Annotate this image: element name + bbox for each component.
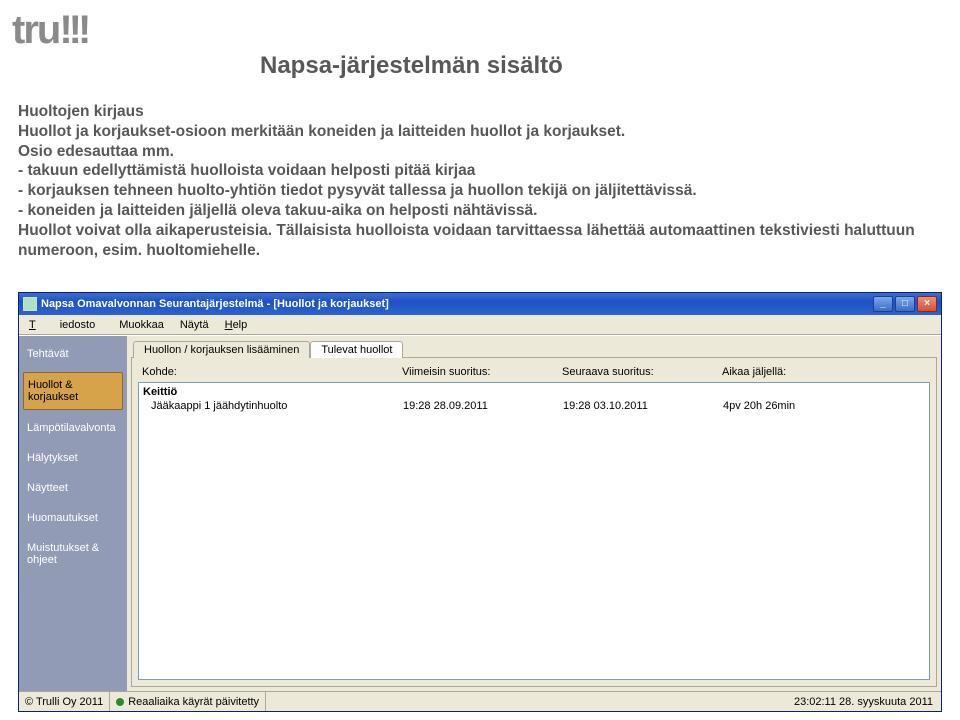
- tab-tulevat[interactable]: Tulevat huollot: [310, 341, 403, 358]
- sidebar-item-lampotila[interactable]: Lämpötilavalvonta: [23, 416, 123, 440]
- sidebar: Tehtävät Huollot & korjaukset Lämpötilav…: [19, 336, 127, 691]
- cell-kohde: Jääkaappi 1 jäähdytinhuolto: [143, 400, 403, 412]
- description-block: Huoltojen kirjaus Huollot ja korjaukset-…: [18, 102, 918, 261]
- cell-aikaa: 4pv 20h 26min: [723, 400, 925, 412]
- logo-text-a: tru: [12, 8, 59, 52]
- col-seuraava: Seuraava suoritus:: [562, 366, 722, 378]
- status-bar: © Trulli Oy 2011 Reaaliaika käyrät päivi…: [19, 691, 941, 711]
- sidebar-item-muistutukset[interactable]: Muistutukset & ohjeet: [23, 536, 123, 572]
- sidebar-item-huomautukset[interactable]: Huomautukset: [23, 506, 123, 530]
- cell-kohde: Keittiö: [143, 386, 403, 398]
- brand-logo: tru!!!: [12, 8, 87, 53]
- menu-tiedosto[interactable]: Tiedosto: [21, 317, 111, 333]
- tab-page: Kohde: Viimeisin suoritus: Seuraava suor…: [131, 357, 937, 687]
- list-row[interactable]: Jääkaappi 1 jäähdytinhuolto 19:28 28.09.…: [143, 399, 925, 413]
- tab-lisaaminen[interactable]: Huollon / korjauksen lisääminen: [133, 341, 310, 358]
- menu-nayta[interactable]: Näytä: [172, 317, 217, 333]
- body-line: Huoltojen kirjaus: [18, 102, 918, 122]
- body-line: Osio edesauttaa mm.: [18, 142, 918, 162]
- cell-seuraava: [563, 386, 723, 398]
- col-viimeisin: Viimeisin suoritus:: [402, 366, 562, 378]
- body-line: - koneiden ja laitteiden jäljellä oleva …: [18, 201, 918, 221]
- status-copyright: © Trulli Oy 2011: [19, 692, 110, 711]
- body-line: Huollot ja korjaukset-osioon merkitään k…: [18, 122, 918, 142]
- sidebar-item-halytykset[interactable]: Hälytykset: [23, 446, 123, 470]
- status-clock: 23:02:11 28. syyskuuta 2011: [786, 696, 941, 708]
- app-icon: [23, 297, 37, 311]
- client-area: Tehtävät Huollot & korjaukset Lämpötilav…: [19, 335, 941, 691]
- cell-viimeisin: 19:28 28.09.2011: [403, 400, 563, 412]
- col-kohde: Kohde:: [142, 366, 402, 378]
- menu-help[interactable]: Help: [217, 317, 256, 333]
- body-line: Huollot voivat olla aikaperusteisia. Täl…: [18, 221, 918, 261]
- cell-viimeisin: [403, 386, 563, 398]
- menubar: Tiedosto Muokkaa Näytä Help: [19, 315, 941, 335]
- list-box[interactable]: Keittiö Jääkaappi 1 jäähdytinhuolto 19:2…: [138, 382, 930, 680]
- cell-aikaa: [723, 386, 925, 398]
- body-line: - korjauksen tehneen huolto-yhtiön tiedo…: [18, 181, 918, 201]
- sidebar-item-naytteet[interactable]: Näytteet: [23, 476, 123, 500]
- status-realtime: Reaaliaika käyrät päivitetty: [110, 692, 266, 711]
- window-title: Napsa Omavalvonnan Seurantajärjestelmä -…: [41, 298, 869, 310]
- maximize-button[interactable]: □: [895, 296, 915, 312]
- minimize-button[interactable]: _: [873, 296, 893, 312]
- status-dot-icon: [116, 698, 124, 706]
- titlebar[interactable]: Napsa Omavalvonnan Seurantajärjestelmä -…: [19, 293, 941, 315]
- menu-label: iedosto: [52, 317, 103, 333]
- status-realtime-label: Reaaliaika käyrät päivitetty: [128, 696, 259, 708]
- main-panel: Huollon / korjauksen lisääminen Tulevat …: [127, 336, 941, 691]
- sidebar-item-huollot[interactable]: Huollot & korjaukset: [23, 372, 123, 410]
- column-headers: Kohde: Viimeisin suoritus: Seuraava suor…: [138, 364, 930, 382]
- menu-muokkaa[interactable]: Muokkaa: [111, 317, 172, 333]
- cell-seuraava: 19:28 03.10.2011: [563, 400, 723, 412]
- close-button[interactable]: ×: [917, 296, 937, 312]
- logo-text-b: !!!: [59, 8, 87, 52]
- col-aikaa: Aikaa jäljellä:: [722, 366, 930, 378]
- sidebar-item-tehtavat[interactable]: Tehtävät: [23, 342, 123, 366]
- list-group-header[interactable]: Keittiö: [143, 385, 925, 399]
- body-line: - takuun edellyttämistä huolloista voida…: [18, 161, 918, 181]
- window-buttons: _ □ ×: [873, 296, 937, 312]
- tab-strip: Huollon / korjauksen lisääminen Tulevat …: [133, 340, 937, 357]
- page-title: Napsa-järjestelmän sisältö: [260, 52, 563, 80]
- app-window: Napsa Omavalvonnan Seurantajärjestelmä -…: [18, 292, 942, 712]
